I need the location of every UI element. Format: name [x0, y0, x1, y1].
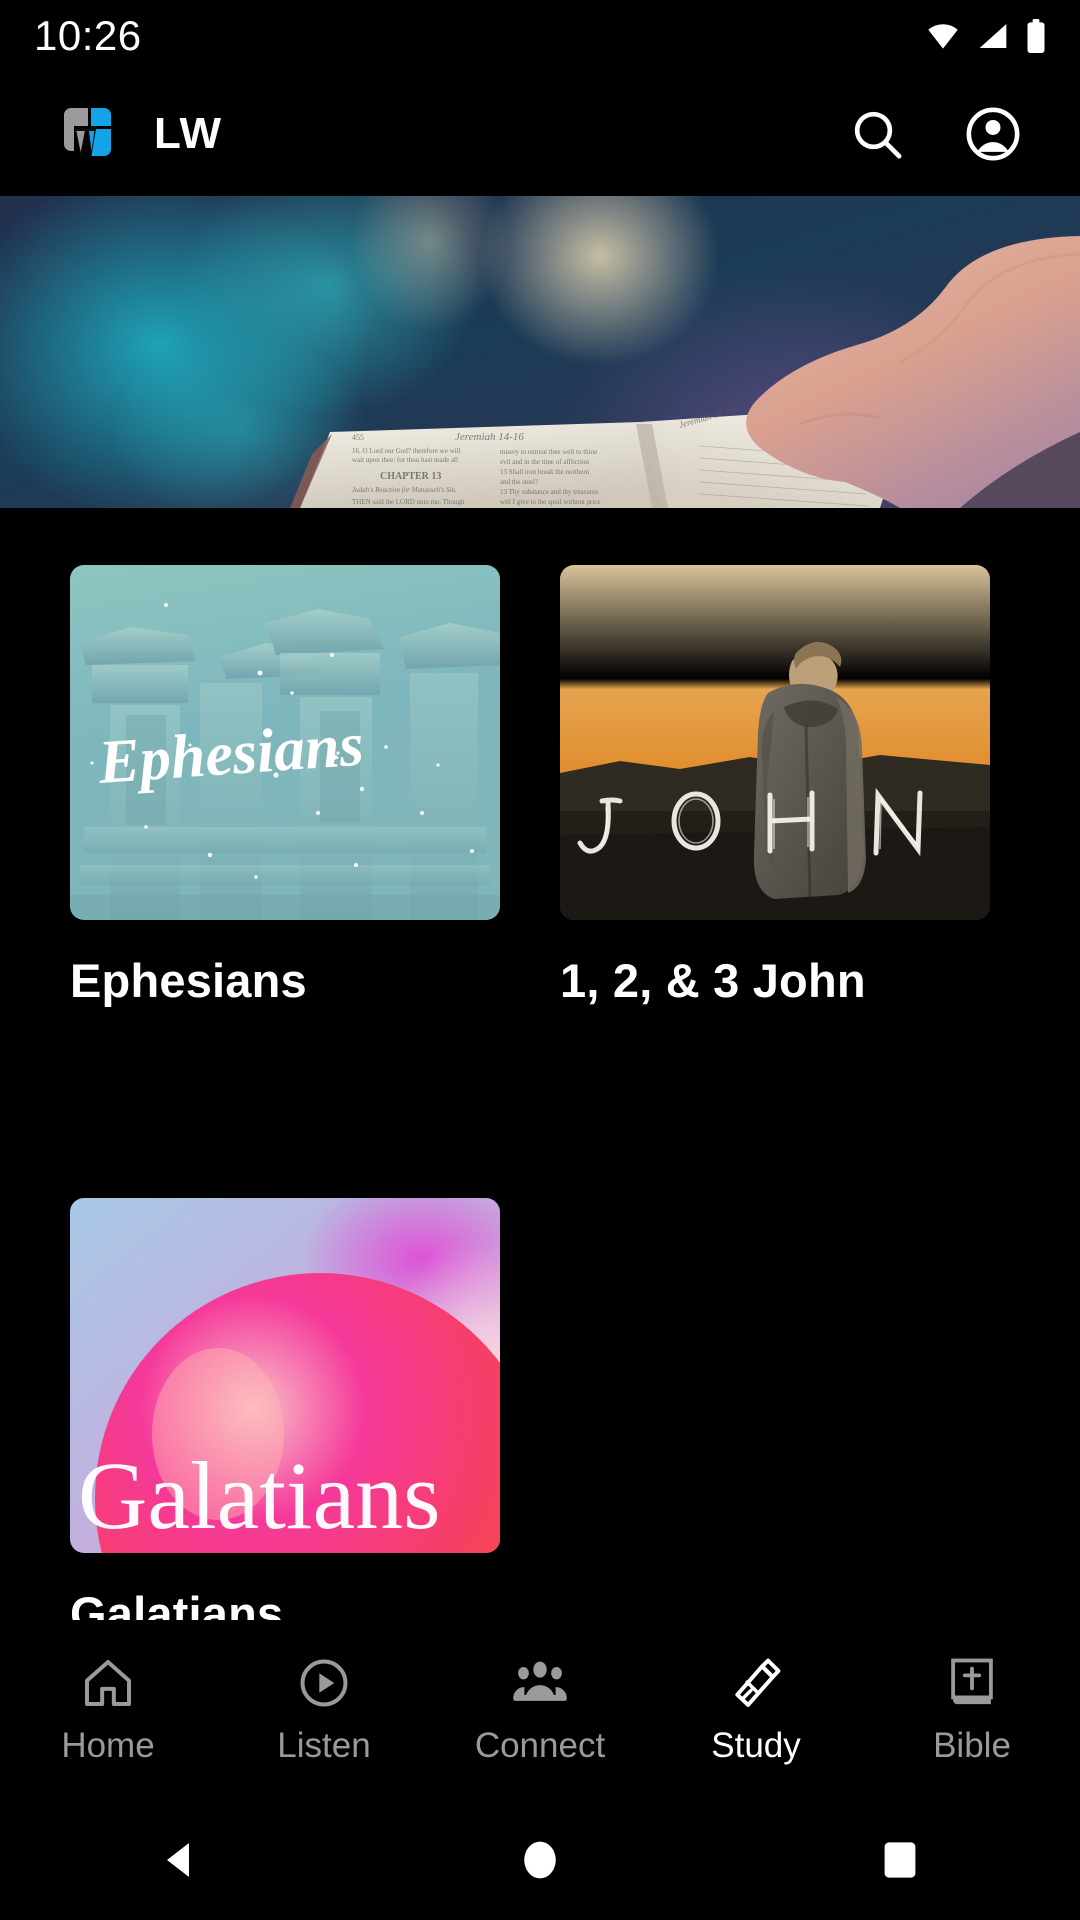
- svg-text:misery to entreat thee well to: misery to entreat thee well to thine: [500, 448, 597, 456]
- study-card-title: 1, 2, & 3 John: [560, 954, 866, 1007]
- status-icon-group: [926, 19, 1046, 53]
- account-button[interactable]: [962, 103, 1024, 165]
- svg-text:and the steel?: and the steel?: [500, 478, 538, 486]
- hero-artwork: Jeremiah 14-16 455 16. O Lord our God? t…: [0, 196, 1080, 508]
- account-circle-icon: [966, 107, 1020, 161]
- svg-text:Jeremiah 14-16: Jeremiah 14-16: [455, 431, 524, 443]
- nav-label: Home: [61, 1726, 155, 1765]
- nav-item-connect[interactable]: Connect: [432, 1654, 648, 1766]
- nav-item-listen[interactable]: Listen: [216, 1654, 432, 1766]
- study-card-john[interactable]: 1, 2, & 3 John: [560, 565, 990, 1008]
- search-icon: [854, 111, 902, 159]
- john-artwork: [560, 565, 990, 920]
- svg-text:13 Shall iron break the northe: 13 Shall iron break the northern: [500, 468, 590, 476]
- nav-label: Connect: [474, 1726, 606, 1765]
- status-time: 10:26: [34, 12, 142, 59]
- svg-text:16. O Lord our God? therefore: 16. O Lord our God? therefore we will: [352, 447, 461, 455]
- nav-item-home[interactable]: Home: [0, 1654, 216, 1766]
- study-card-galatians[interactable]: Galatians Galatians: [70, 1198, 500, 1620]
- circle-home-icon: [524, 1841, 556, 1879]
- lw-logo-icon: [64, 108, 111, 156]
- system-navigation-bar: [0, 1800, 1080, 1920]
- galatians-artwork: Galatians: [70, 1198, 500, 1554]
- app-screen: 10:26 LW Jeremiah 14-16 455 16. O Lord o…: [0, 0, 1080, 1920]
- battery-icon: [1027, 19, 1045, 53]
- nav-item-bible[interactable]: Bible: [864, 1654, 1080, 1766]
- svg-text:13 Thy substance and thy treas: 13 Thy substance and thy treasures: [500, 488, 598, 496]
- svg-text:THEN said the LORD unto me, Th: THEN said the LORD unto me, Though: [352, 498, 465, 506]
- app-bar-actions: [846, 103, 1024, 165]
- cellular-signal-icon: [979, 24, 1007, 48]
- study-card-ephesians[interactable]: Ephesians Ephesians: [70, 565, 500, 1008]
- home-icon: [79, 1654, 137, 1712]
- people-group-icon: [511, 1654, 569, 1712]
- fountain-pen-icon: [727, 1654, 785, 1712]
- recents-button[interactable]: [840, 1800, 960, 1920]
- nav-label: Study: [711, 1726, 801, 1765]
- home-button[interactable]: [480, 1800, 600, 1920]
- john-card-art: [560, 565, 990, 920]
- search-button[interactable]: [846, 103, 908, 165]
- study-card-title: Ephesians: [70, 954, 307, 1007]
- svg-text:455: 455: [352, 433, 364, 442]
- ephesians-card-art: Ephesians: [70, 565, 500, 920]
- hero-banner[interactable]: Jeremiah 14-16 455 16. O Lord our God? t…: [0, 196, 1080, 508]
- app-header: LW: [0, 72, 1080, 196]
- back-button[interactable]: [120, 1800, 240, 1920]
- svg-text:Judah's Reaction for Manasseh': Judah's Reaction for Manasseh's Sin.: [352, 486, 457, 494]
- svg-text:CHAPTER 13: CHAPTER 13: [380, 471, 441, 482]
- triangle-back-icon: [167, 1843, 189, 1877]
- nav-item-study[interactable]: Study: [648, 1654, 864, 1766]
- galatians-script-label: Galatians: [78, 1442, 441, 1549]
- square-recents-icon: [884, 1842, 916, 1878]
- nav-label: Bible: [933, 1726, 1011, 1765]
- bottom-navigation: Home Listen Connect Study Bible: [0, 1620, 1080, 1800]
- bible-book-icon: [943, 1654, 1001, 1712]
- svg-text:will I give to the spoil witho: will I give to the spoil without price: [500, 498, 601, 506]
- svg-text:evil and in the time of afflic: evil and in the time of affliction: [500, 458, 589, 466]
- play-circle-icon: [295, 1654, 353, 1712]
- wifi-icon: [928, 24, 958, 49]
- galatians-card-art: Galatians: [70, 1198, 500, 1554]
- status-bar: 10:26: [0, 0, 1080, 72]
- brand-block: LW: [60, 105, 222, 163]
- study-card-title: Galatians: [70, 1587, 284, 1620]
- ephesians-artwork: Ephesians: [70, 565, 500, 920]
- study-content-scroll[interactable]: Ephesians Ephesians 1, 2, & 3 John Galat…: [0, 508, 1080, 1620]
- svg-text:wait upon thee: for thou hast: wait upon thee: for thou hast made all: [352, 456, 458, 464]
- app-title: LW: [154, 109, 222, 158]
- study-card-grid: Ephesians Ephesians 1, 2, & 3 John Galat…: [0, 508, 1080, 1620]
- nav-label: Listen: [277, 1726, 371, 1765]
